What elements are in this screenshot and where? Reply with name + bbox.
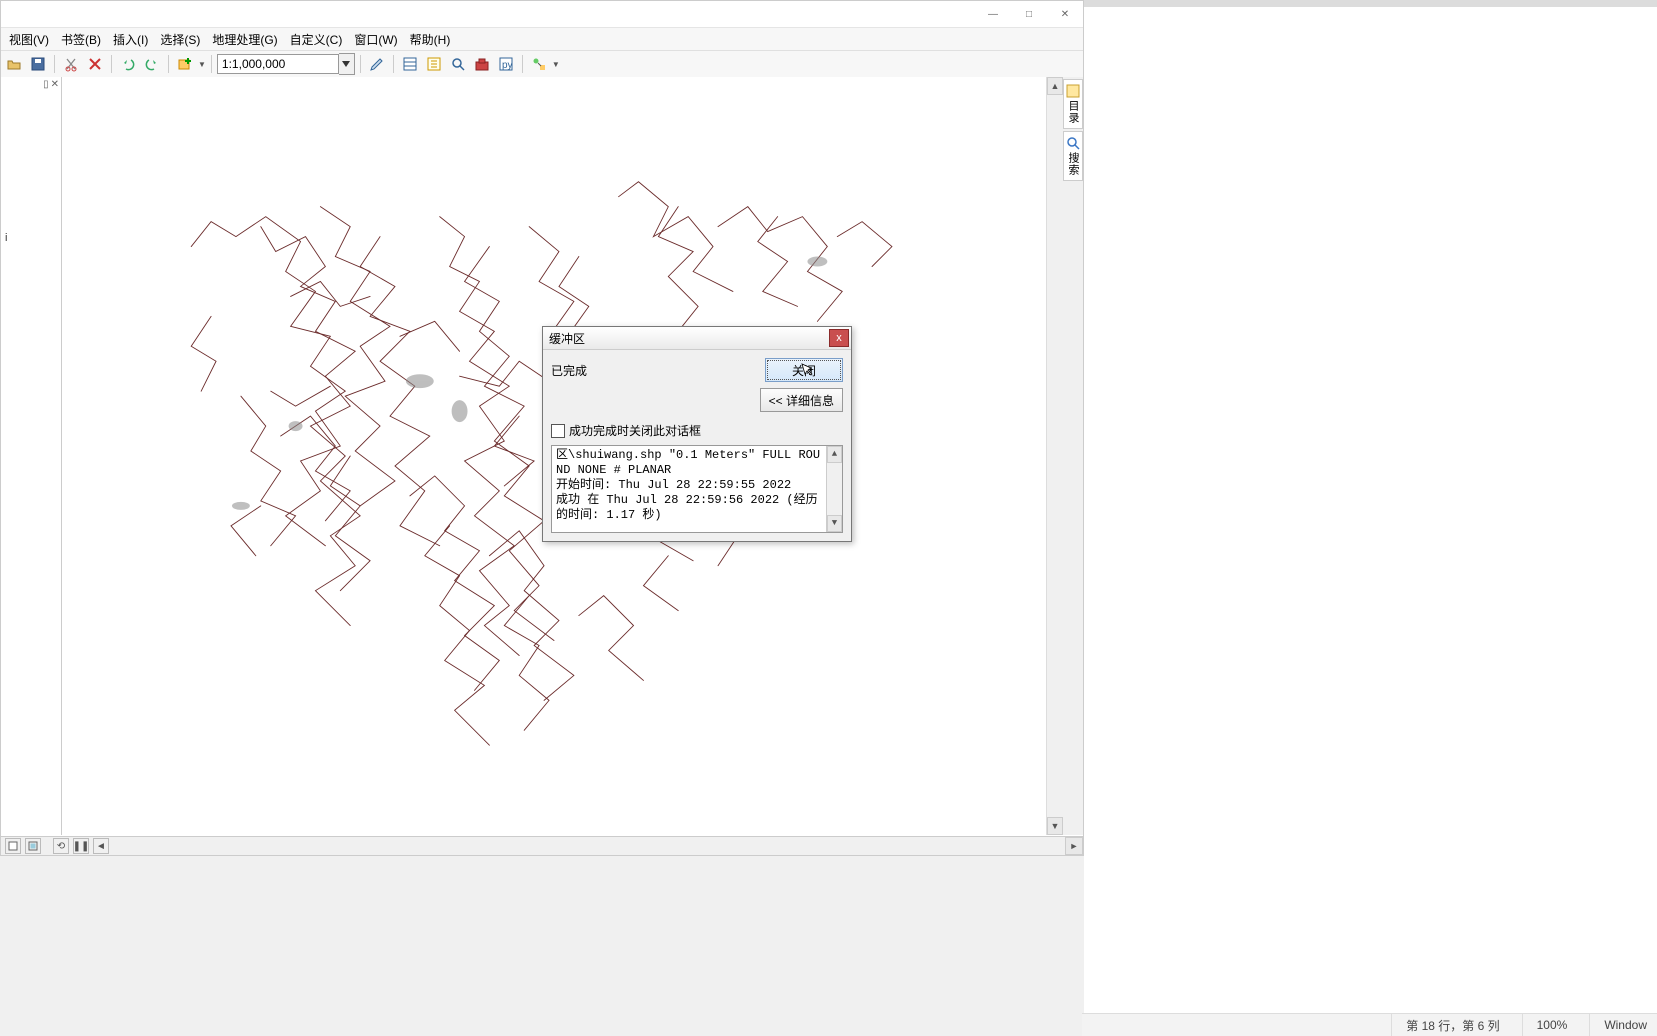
redo-icon[interactable] (141, 53, 163, 75)
screen: — □ ✕ 视图(V) 书签(B) 插入(I) 选择(S) 地理处理(G) 自定… (0, 0, 1657, 1036)
standard-toolbar: ▼ py ▼ (1, 51, 1083, 78)
separator (211, 55, 212, 73)
app-status-bar: ⟲ ❚❚ ◄ ► (1, 836, 1083, 855)
table-of-contents-icon[interactable] (399, 53, 421, 75)
catalog-icon (1066, 84, 1080, 98)
host-background-right (1084, 0, 1657, 1014)
data-view-button[interactable] (5, 838, 21, 854)
title-bar: — □ ✕ (1, 1, 1083, 28)
window-maximize-button[interactable]: □ (1011, 2, 1047, 26)
host-top-strip (1084, 0, 1657, 7)
close-on-success-label: 成功完成时关闭此对话框 (569, 422, 701, 439)
separator (54, 55, 55, 73)
status-zoom[interactable]: 100% (1522, 1014, 1568, 1036)
search-tab-label: 搜索 (1065, 152, 1081, 176)
dialog-title-text: 缓冲区 (549, 330, 585, 347)
close-button-label: 关闭 (792, 362, 816, 379)
dropdown-arrow-icon[interactable]: ▼ (552, 60, 560, 69)
separator (522, 55, 523, 73)
log-scroll-down-button[interactable]: ▼ (827, 515, 842, 532)
right-dock-tabs: 目录 搜索 (1063, 77, 1083, 835)
dropdown-arrow-icon[interactable]: ▼ (198, 60, 206, 69)
cut-icon[interactable] (60, 53, 82, 75)
close-on-success-row: 成功完成时关闭此对话框 (551, 422, 843, 439)
delete-icon[interactable] (84, 53, 106, 75)
separator (393, 55, 394, 73)
menu-insert[interactable]: 插入(I) (107, 28, 154, 51)
editor-toolbar-icon[interactable] (366, 53, 388, 75)
dialog-status-text: 已完成 (551, 362, 587, 379)
buffer-result-dialog: 缓冲区 x 已完成 关闭 << 详细信息 成功完成时关闭此对话框 区\shuiw… (542, 326, 852, 542)
layout-view-button[interactable] (25, 838, 41, 854)
open-icon[interactable] (3, 53, 25, 75)
pause-drawing-button[interactable]: ❚❚ (73, 838, 89, 854)
search-tab[interactable]: 搜索 (1063, 131, 1083, 181)
status-cursor-position: 第 18 行，第 6 列 (1391, 1014, 1499, 1036)
messages-log: 区\shuiwang.shp "0.1 Meters" FULL ROUND N… (551, 445, 843, 533)
separator (168, 55, 169, 73)
panel-close-button[interactable]: ✕ (51, 79, 59, 90)
hscroll-left-button[interactable]: ◄ (93, 838, 109, 854)
scroll-down-button[interactable]: ▼ (1047, 817, 1063, 835)
search-icon (1066, 136, 1080, 150)
menu-customize[interactable]: 自定义(C) (284, 28, 349, 51)
host-status-bar: 第 18 行，第 6 列 100% Window (1082, 1013, 1657, 1036)
log-scrollbar[interactable]: ▲ ▼ (826, 446, 842, 532)
menu-geoprocessing[interactable]: 地理处理(G) (206, 28, 283, 51)
separator (360, 55, 361, 73)
status-os: Window (1589, 1014, 1647, 1036)
menu-selection[interactable]: 选择(S) (154, 28, 206, 51)
map-vertical-scrollbar[interactable]: ▲ ▼ (1046, 77, 1063, 835)
refresh-button[interactable]: ⟲ (53, 838, 69, 854)
python-window-icon[interactable]: py (495, 53, 517, 75)
undo-icon[interactable] (117, 53, 139, 75)
hscroll-right-button[interactable]: ► (1065, 837, 1083, 855)
window-close-button[interactable]: ✕ (1047, 2, 1083, 26)
search-window-icon[interactable] (447, 53, 469, 75)
separator (111, 55, 112, 73)
catalog-window-icon[interactable] (423, 53, 445, 75)
toc-panel: ▯ ✕ i (1, 77, 62, 835)
log-scroll-up-button[interactable]: ▲ (827, 446, 842, 463)
menu-window[interactable]: 窗口(W) (348, 28, 403, 51)
map-scale-input[interactable] (217, 54, 339, 74)
toc-layer-item[interactable]: i (5, 232, 7, 244)
map-scale-dropdown-button[interactable] (339, 53, 355, 75)
menu-bar: 视图(V) 书签(B) 插入(I) 选择(S) 地理处理(G) 自定义(C) 窗… (1, 28, 1083, 51)
close-on-success-checkbox[interactable] (551, 424, 565, 438)
svg-text:py: py (502, 60, 513, 71)
menu-view[interactable]: 视图(V) (3, 28, 55, 51)
window-minimize-button[interactable]: — (975, 2, 1011, 26)
catalog-tab[interactable]: 目录 (1063, 79, 1083, 129)
messages-log-text[interactable]: 区\shuiwang.shp "0.1 Meters" FULL ROUND N… (556, 448, 826, 530)
panel-header-buttons: ▯ ✕ (43, 79, 59, 90)
close-button[interactable]: 关闭 (765, 358, 843, 382)
arctoolbox-icon[interactable] (471, 53, 493, 75)
add-data-icon[interactable] (174, 53, 196, 75)
panel-pin-button[interactable]: ▯ (43, 79, 49, 90)
dialog-body: 已完成 关闭 << 详细信息 成功完成时关闭此对话框 区\shuiwang.sh… (543, 350, 851, 541)
catalog-tab-label: 目录 (1065, 100, 1081, 124)
map-scale-combo[interactable] (217, 53, 355, 75)
model-builder-icon[interactable] (528, 53, 550, 75)
scroll-track[interactable] (1047, 93, 1063, 819)
dialog-title-bar[interactable]: 缓冲区 x (543, 327, 851, 350)
dialog-close-x-button[interactable]: x (829, 329, 849, 347)
save-icon[interactable] (27, 53, 49, 75)
menu-bookmarks[interactable]: 书签(B) (55, 28, 107, 51)
menu-help[interactable]: 帮助(H) (404, 28, 457, 51)
details-button[interactable]: << 详细信息 (760, 388, 843, 412)
